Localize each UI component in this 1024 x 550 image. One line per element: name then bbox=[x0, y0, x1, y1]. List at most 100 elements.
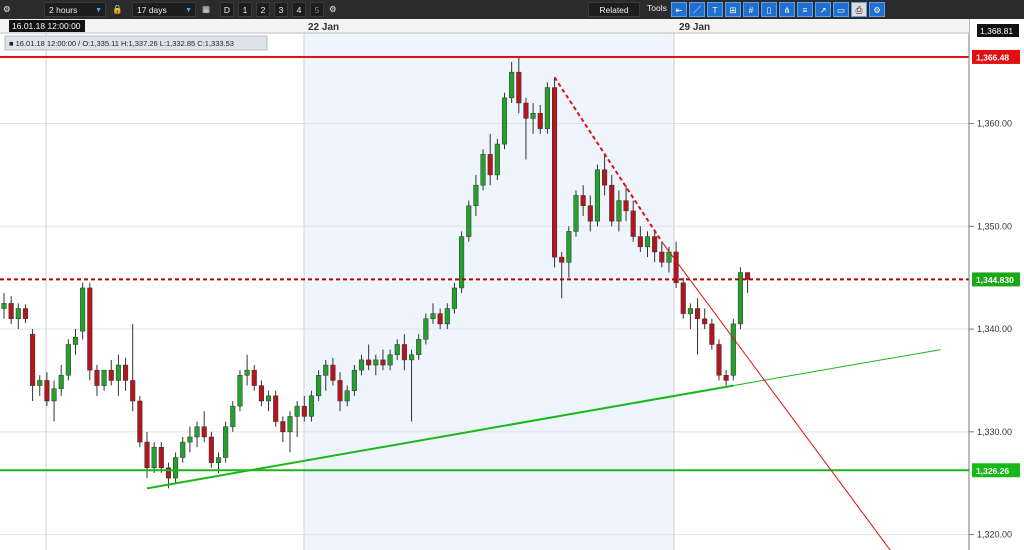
grid-icon[interactable]: ⊞ bbox=[725, 2, 741, 17]
candle-up bbox=[444, 308, 450, 325]
candle-down bbox=[537, 113, 543, 129]
candle-down bbox=[552, 87, 558, 258]
candle-up bbox=[616, 200, 622, 222]
candle-down bbox=[251, 369, 257, 386]
candle-up bbox=[101, 369, 107, 386]
range-select[interactable]: 17 days ▼ bbox=[132, 2, 196, 17]
candle-down bbox=[702, 318, 708, 325]
candle-up bbox=[323, 364, 329, 376]
candle-up bbox=[223, 426, 229, 458]
candle-down bbox=[123, 364, 129, 381]
candle-down bbox=[44, 380, 50, 402]
candle-up bbox=[423, 318, 429, 340]
candle-up bbox=[294, 405, 300, 417]
price-chart[interactable]: 1,320.00 1,330.00 1,340.00 1,350.00 1,360.00… bbox=[0, 19, 1024, 550]
candle-down bbox=[523, 102, 529, 119]
candle-down bbox=[280, 421, 286, 433]
candle-up bbox=[358, 359, 365, 371]
candle-up bbox=[187, 436, 193, 443]
lock-icon[interactable]: 🔒 bbox=[112, 2, 123, 17]
candle-down bbox=[130, 380, 136, 402]
candle-up bbox=[266, 395, 272, 402]
timeframe-4[interactable]: 4 bbox=[292, 2, 306, 17]
print-icon[interactable]: ⎙ bbox=[851, 2, 867, 17]
candle-up bbox=[394, 344, 400, 356]
candle-down bbox=[301, 405, 307, 417]
candle-down bbox=[580, 195, 586, 206]
rect-icon[interactable]: ▭ bbox=[833, 2, 849, 17]
interval-select[interactable]: 2 hours ▼ bbox=[44, 2, 106, 17]
date-header bbox=[0, 19, 969, 33]
candle-down bbox=[695, 308, 701, 320]
related-button[interactable]: Related bbox=[588, 2, 640, 17]
candle-up bbox=[316, 375, 322, 397]
candle-up bbox=[451, 287, 457, 309]
candle-up bbox=[473, 184, 479, 206]
settings-tool-icon[interactable]: ⚙ bbox=[869, 2, 885, 17]
candle-up bbox=[15, 308, 21, 320]
candle-up bbox=[151, 446, 157, 469]
candle-down bbox=[273, 395, 279, 422]
candle-icon[interactable]: ▯ bbox=[761, 2, 777, 17]
y-tick-label: 1,360.00 bbox=[977, 119, 1012, 129]
gear-icon[interactable]: ⚙ bbox=[3, 2, 11, 17]
fib-icon[interactable]: ≡ bbox=[797, 2, 813, 17]
candle-up bbox=[573, 195, 579, 232]
price-tag-label: 1,326.26 bbox=[976, 466, 1009, 476]
date-badge-text: 16.01.18 12:00:00 bbox=[12, 21, 81, 31]
candle-down bbox=[623, 200, 629, 212]
candle-down bbox=[366, 359, 372, 366]
settings-icon[interactable]: ⚙ bbox=[329, 2, 337, 17]
candle-up bbox=[1, 303, 7, 309]
candle-down bbox=[559, 256, 565, 263]
candle-up bbox=[80, 287, 86, 332]
arrow-icon[interactable]: ↗ bbox=[815, 2, 831, 17]
candle-up bbox=[416, 339, 422, 356]
timeframe-3[interactable]: 3 bbox=[274, 2, 288, 17]
hash-icon[interactable]: # bbox=[743, 2, 759, 17]
candle-down bbox=[487, 154, 493, 176]
timeframe-5[interactable]: 5 bbox=[310, 2, 324, 17]
candle-up bbox=[287, 416, 293, 433]
date-label: 29 Jan bbox=[679, 22, 710, 33]
candle-down bbox=[437, 313, 443, 325]
price-tag-label: 1,366.48 bbox=[976, 52, 1009, 62]
candle-up bbox=[244, 369, 250, 376]
timeframe-d[interactable]: D bbox=[220, 2, 234, 17]
candle-down bbox=[258, 385, 264, 402]
toolbar: ⚙ 2 hours ▼ 🔒 17 days ▼ ▦ D 1 2 3 4 5 ⚙ Re… bbox=[0, 0, 1024, 20]
candle-up bbox=[373, 359, 379, 366]
candle-up bbox=[644, 236, 651, 248]
candle-down bbox=[137, 400, 143, 443]
candle-up bbox=[344, 390, 350, 402]
candle-down bbox=[637, 236, 643, 248]
candle-up bbox=[494, 143, 500, 176]
candle-down bbox=[587, 205, 593, 222]
pointer-icon[interactable]: ⇤ bbox=[671, 2, 687, 17]
timeframe-1[interactable]: 1 bbox=[238, 2, 252, 17]
candle-down bbox=[201, 426, 207, 438]
timeframe-2[interactable]: 2 bbox=[256, 2, 270, 17]
candle-up bbox=[308, 395, 314, 417]
candle-down bbox=[108, 369, 114, 381]
candle-down bbox=[716, 344, 722, 376]
candle-down bbox=[673, 251, 679, 284]
candle-down bbox=[30, 333, 36, 386]
pitchfork-icon[interactable]: ⋔ bbox=[779, 2, 795, 17]
y-tick-label: 1,340.00 bbox=[977, 324, 1012, 334]
candle-down bbox=[8, 303, 14, 320]
candle-up bbox=[173, 457, 179, 479]
line-icon[interactable]: ／ bbox=[689, 2, 705, 17]
interval-value: 2 hours bbox=[49, 5, 78, 15]
ohlc-text: ■ 16.01.18 12:00:00 / O:1,335.11 H:1,337… bbox=[9, 39, 234, 48]
text-icon[interactable]: T bbox=[707, 2, 723, 17]
calendar-icon[interactable]: ▦ bbox=[202, 2, 210, 17]
y-tick-label: 1,350.00 bbox=[977, 221, 1012, 231]
candle-down bbox=[87, 287, 93, 371]
candle-down bbox=[208, 436, 214, 463]
tools-label: Tools bbox=[647, 3, 667, 13]
candle-down bbox=[602, 169, 608, 186]
candle-down bbox=[337, 380, 343, 402]
candle-down bbox=[330, 364, 336, 381]
candle-down bbox=[380, 359, 386, 366]
